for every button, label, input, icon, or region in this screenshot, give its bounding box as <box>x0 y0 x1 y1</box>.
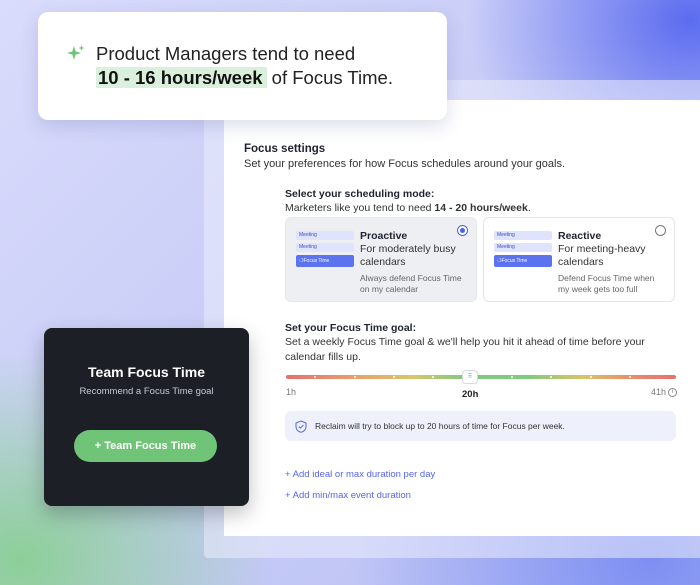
goal-title: Set your Focus Time goal: <box>285 322 417 334</box>
team-focus-subtitle: Recommend a Focus Time goal <box>79 386 214 397</box>
slider-min-label: 1h <box>286 387 297 397</box>
slider-tick <box>511 376 513 378</box>
callout-line2-rest: of Focus Time. <box>266 67 393 88</box>
mode-sub-value: 14 - 20 hours/week <box>434 202 528 214</box>
mode-sub-prefix: Marketers like you tend to need <box>285 202 435 214</box>
mini-meeting: Meeting <box>494 243 552 252</box>
slider-tick <box>354 376 356 378</box>
callout-text: Product Managers tend to need 10 - 16 ho… <box>96 42 393 120</box>
mini-meeting: Meeting <box>296 231 354 240</box>
goal-subtitle: Set a weekly Focus Time goal & we'll hel… <box>285 336 645 363</box>
mode-option-description: For moderately busy calendars <box>360 243 456 268</box>
mini-calendar-preview: Meeting Meeting ❍Focus Time <box>296 231 354 270</box>
mode-option-reactive[interactable]: Meeting Meeting ❍Focus Time Reactive For… <box>483 217 675 302</box>
focus-goal-slider-track[interactable] <box>286 375 676 379</box>
reclaim-note: Reclaim will try to block up to 20 hours… <box>315 421 565 431</box>
slider-tick <box>432 376 434 378</box>
shield-check-icon <box>295 419 307 433</box>
focus-settings-title: Focus settings <box>244 143 326 155</box>
reclaim-info-box: Reclaim will try to block up to 20 hours… <box>285 411 676 441</box>
slider-tick <box>314 376 316 378</box>
slider-tick <box>550 376 552 378</box>
radio-reactive[interactable] <box>655 225 666 236</box>
slider-tick <box>590 376 592 378</box>
info-icon[interactable]: i <box>668 387 678 397</box>
mini-focus-label: Focus Time <box>303 258 330 264</box>
mini-calendar-preview: Meeting Meeting ❍Focus Time <box>494 231 552 270</box>
callout-line1: Product Managers tend to need <box>96 43 356 64</box>
radio-proactive[interactable] <box>457 225 468 236</box>
callout-highlight: 10 - 16 hours/week <box>96 67 267 88</box>
scheduling-mode-title: Select your scheduling mode: <box>285 188 435 200</box>
sparkle-icon <box>67 45 85 60</box>
mini-meeting: Meeting <box>296 243 354 252</box>
slider-max: 41h i <box>651 387 678 397</box>
mode-option-description: For meeting-heavy calendars <box>558 243 646 268</box>
team-focus-card: Team Focus Time Recommend a Focus Time g… <box>44 328 249 506</box>
mode-option-note: Defend Focus Time when my week gets too … <box>558 273 655 294</box>
mode-option-note: Always defend Focus Time on my calendar <box>360 273 462 294</box>
mode-option-text: Reactive For meeting-heavy calendars Def… <box>558 230 668 295</box>
slider-tick <box>393 376 395 378</box>
mode-option-proactive[interactable]: Meeting Meeting ❍Focus Time Proactive Fo… <box>285 217 477 302</box>
slider-max-label: 41h <box>651 387 667 397</box>
mini-meeting: Meeting <box>494 231 552 240</box>
mini-focus-time: ❍Focus Time <box>494 255 552 267</box>
mini-focus-label: Focus Time <box>501 258 528 264</box>
slider-handle[interactable]: ⠿ <box>463 371 477 383</box>
mode-sub-suffix: . <box>527 202 531 214</box>
mode-option-title: Reactive <box>558 230 602 242</box>
callout-line2: 10 - 16 hours/week of Focus Time. <box>96 66 393 90</box>
insight-callout: Product Managers tend to need 10 - 16 ho… <box>38 12 447 120</box>
scheduling-mode-subtitle: Marketers like you tend to need 14 - 20 … <box>285 202 531 214</box>
team-focus-title: Team Focus Time <box>88 364 205 380</box>
mode-option-title: Proactive <box>360 230 408 242</box>
slider-tick <box>629 376 631 378</box>
focus-settings-subtitle: Set your preferences for how Focus sched… <box>244 158 566 170</box>
slider-value-label: 20h <box>462 389 479 400</box>
add-duration-per-day-link[interactable]: + Add ideal or max duration per day <box>285 469 435 480</box>
team-focus-time-button[interactable]: + Team Focus Time <box>74 430 217 462</box>
add-event-duration-link[interactable]: + Add min/max event duration <box>285 490 411 501</box>
mode-option-text: Proactive For moderately busy calendars … <box>360 230 470 295</box>
mini-focus-time: ❍Focus Time <box>296 255 354 267</box>
